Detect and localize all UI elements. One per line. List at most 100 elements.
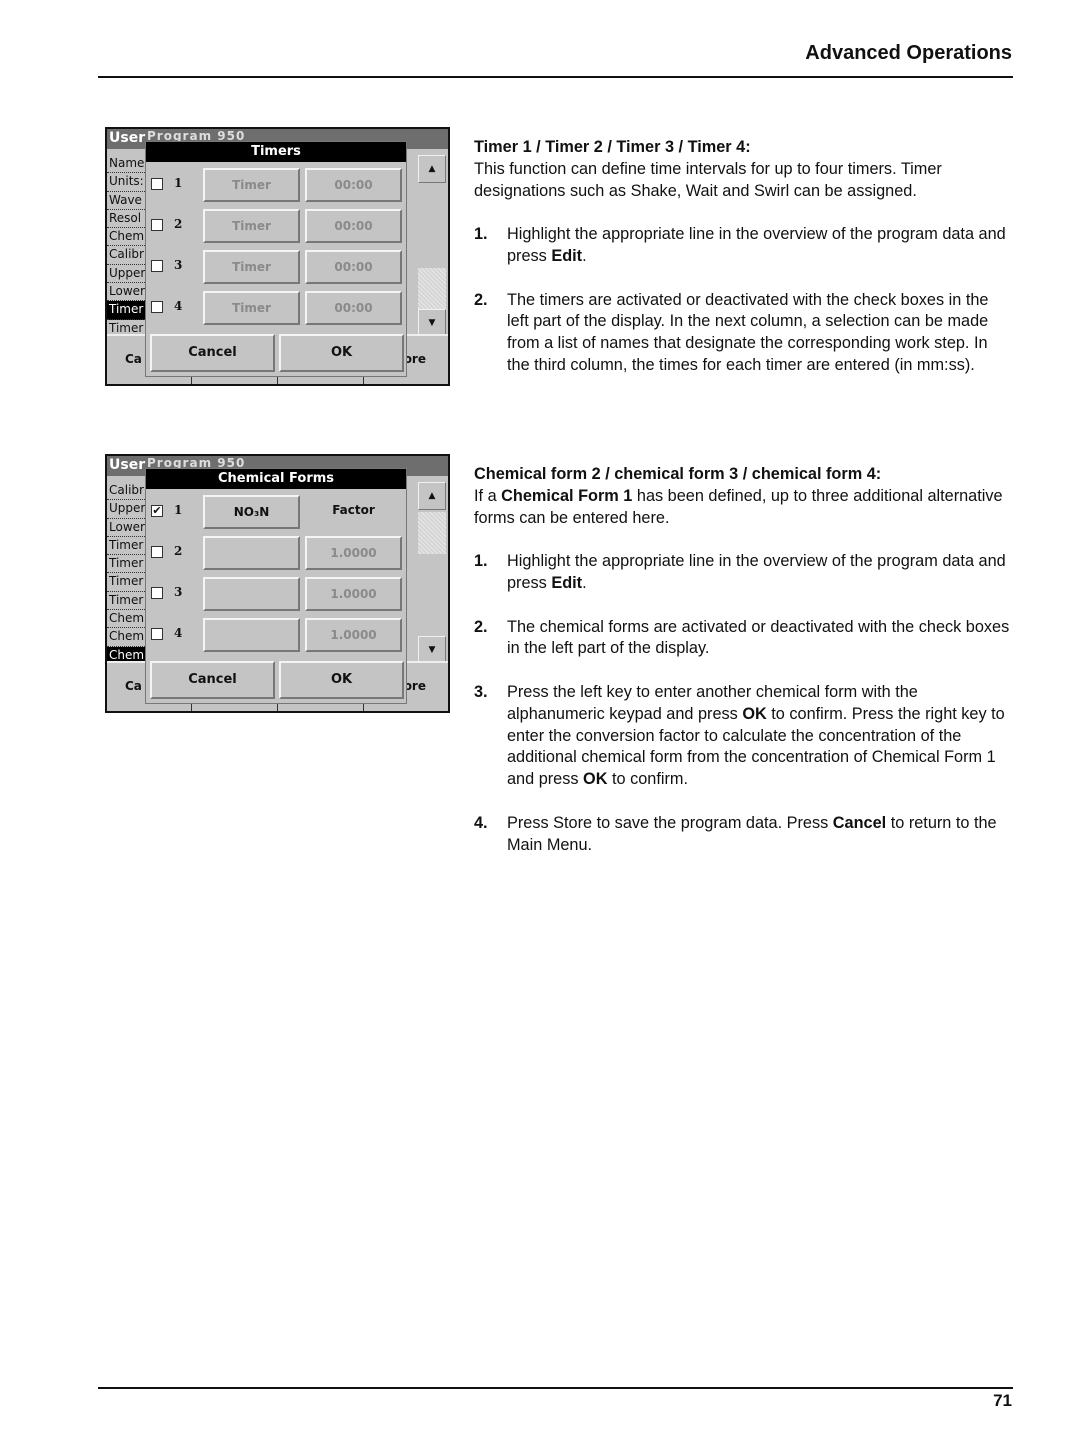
chemform-2-factor-button[interactable]: 1.0000 (305, 536, 402, 570)
timer-row-1: 1 Timer 00:00 (146, 166, 408, 202)
step-keyword: Cancel (832, 813, 887, 832)
cancel-button[interactable]: Cancel (150, 661, 275, 699)
timer-1-time-button[interactable]: 00:00 (305, 168, 402, 202)
chemform-row-1: ✔ 1 NO₃N Factor (146, 493, 408, 529)
chemical-forms-section: Chemical form 2 / chemical form 3 / chem… (474, 464, 1014, 856)
step-keyword: Edit (551, 573, 583, 592)
step-number: 3. (474, 682, 488, 701)
timer-1-checkbox[interactable] (151, 178, 163, 190)
footer-rule (98, 1387, 1013, 1389)
store-key-partial[interactable]: ore (404, 679, 426, 693)
ok-button[interactable]: OK (279, 661, 404, 699)
cancel-key-partial[interactable]: Ca (125, 352, 142, 366)
row-number: 1 (174, 503, 183, 517)
step-keyword: Edit (551, 246, 583, 265)
row-number: 2 (174, 544, 183, 558)
row-number: 1 (174, 176, 183, 190)
step-item: 4. Press Store to save the program data. … (474, 813, 1014, 857)
timer-3-checkbox[interactable] (151, 260, 163, 272)
chemform-1-name-button[interactable]: NO₃N (203, 495, 300, 529)
ok-button[interactable]: OK (279, 334, 404, 372)
page-header-title: Advanced Operations (805, 42, 1012, 64)
step-item: 1. Highlight the appropriate line in the … (474, 551, 1014, 595)
factor-column-label: Factor (332, 503, 375, 517)
cancel-key-partial[interactable]: Ca (125, 679, 142, 693)
scrollbar[interactable]: ▲ ▼ (418, 482, 446, 664)
timers-section: Timer 1 / Timer 2 / Timer 3 / Timer 4: T… (474, 137, 1014, 377)
section-intro: If a Chemical Form 1 has been defined, u… (474, 486, 1014, 530)
chemform-4-name-button[interactable] (203, 618, 300, 652)
scrollbar[interactable]: ▲ ▼ (418, 155, 446, 337)
timer-row-3: 3 Timer 00:00 (146, 248, 408, 284)
header-rule (98, 76, 1013, 78)
section-heading: Chemical form 2 / chemical form 3 / chem… (474, 465, 882, 483)
scroll-down-button[interactable]: ▼ (418, 309, 446, 337)
timer-3-name-button[interactable]: Timer (203, 250, 300, 284)
timers-dialog: Timers 1 Timer 00:00 2 Timer 00:00 3 Tim… (145, 141, 407, 377)
chemform-3-checkbox[interactable] (151, 587, 163, 599)
chemform-4-factor-button[interactable]: 1.0000 (305, 618, 402, 652)
page-number: 71 (993, 1391, 1012, 1410)
step-number: 2. (474, 290, 488, 309)
step-text: . (582, 573, 587, 592)
chemform-1-checkbox-checked[interactable]: ✔ (151, 505, 163, 517)
step-item: 2. The chemical forms are activated or de… (474, 617, 1014, 661)
scroll-thumb[interactable] (418, 512, 446, 554)
chemform-row-3: 3 1.0000 (146, 575, 408, 611)
scroll-thumb[interactable] (418, 268, 446, 310)
timer-3-time-button[interactable]: 00:00 (305, 250, 402, 284)
chemform-row-2: 2 1.0000 (146, 534, 408, 570)
timer-2-checkbox[interactable] (151, 219, 163, 231)
row-number: 4 (174, 626, 183, 640)
dialog-title: Chemical Forms (146, 469, 406, 489)
chemform-row-4: 4 1.0000 (146, 616, 408, 652)
scroll-down-button[interactable]: ▼ (418, 636, 446, 664)
row-number: 3 (174, 258, 183, 272)
step-text: Press Store to save the program data. Pr… (507, 813, 833, 832)
chemform-2-name-button[interactable] (203, 536, 300, 570)
step-text: to confirm. (607, 770, 688, 789)
section-heading: Timer 1 / Timer 2 / Timer 3 / Timer 4: (474, 138, 751, 156)
step-number: 4. (474, 813, 488, 832)
step-item: 2. The timers are activated or deactivate… (474, 290, 1014, 377)
intro-text: If a (474, 486, 502, 505)
scroll-up-button[interactable]: ▲ (418, 155, 446, 183)
steps-list: 1. Highlight the appropriate line in the … (474, 224, 1014, 377)
intro-keyword: Chemical Form 1 (501, 486, 633, 505)
timer-4-checkbox[interactable] (151, 301, 163, 313)
chemical-forms-screenshot: User Program 950 Calibr Upper Lower Time… (105, 454, 450, 713)
timer-row-2: 2 Timer 00:00 (146, 207, 408, 243)
cancel-button[interactable]: Cancel (150, 334, 275, 372)
step-keyword: OK (742, 704, 767, 723)
chemform-4-checkbox[interactable] (151, 628, 163, 640)
step-text: The chemical forms are activated or deac… (507, 617, 1010, 658)
chemform-2-checkbox[interactable] (151, 546, 163, 558)
timer-1-name-button[interactable]: Timer (203, 168, 300, 202)
step-number: 2. (474, 617, 488, 636)
step-text: The timers are activated or deactivated … (507, 290, 989, 374)
step-item: 3. Press the left key to enter another ch… (474, 682, 1014, 791)
timer-4-name-button[interactable]: Timer (203, 291, 300, 325)
store-key-partial[interactable]: ore (404, 352, 426, 366)
timers-screenshot: User Program 950 Name Units: Wave Resol … (105, 127, 450, 386)
screen-title: User (109, 130, 146, 146)
timer-4-time-button[interactable]: 00:00 (305, 291, 402, 325)
row-number: 4 (174, 299, 183, 313)
scroll-up-button[interactable]: ▲ (418, 482, 446, 510)
dialog-title: Timers (146, 142, 406, 162)
screen-title: User (109, 457, 146, 473)
section-intro: This function can define time intervals … (474, 159, 942, 200)
steps-list: 1. Highlight the appropriate line in the … (474, 551, 1014, 856)
row-number: 3 (174, 585, 183, 599)
timer-2-name-button[interactable]: Timer (203, 209, 300, 243)
chemical-forms-dialog: Chemical Forms ✔ 1 NO₃N Factor 2 1.0000 … (145, 468, 407, 704)
step-number: 1. (474, 225, 488, 244)
step-item: 1. Highlight the appropriate line in the … (474, 224, 1014, 268)
step-keyword: OK (583, 770, 608, 789)
chemform-3-name-button[interactable] (203, 577, 300, 611)
step-number: 1. (474, 552, 488, 571)
row-number: 2 (174, 217, 183, 231)
timer-row-4: 4 Timer 00:00 (146, 289, 408, 325)
timer-2-time-button[interactable]: 00:00 (305, 209, 402, 243)
chemform-3-factor-button[interactable]: 1.0000 (305, 577, 402, 611)
